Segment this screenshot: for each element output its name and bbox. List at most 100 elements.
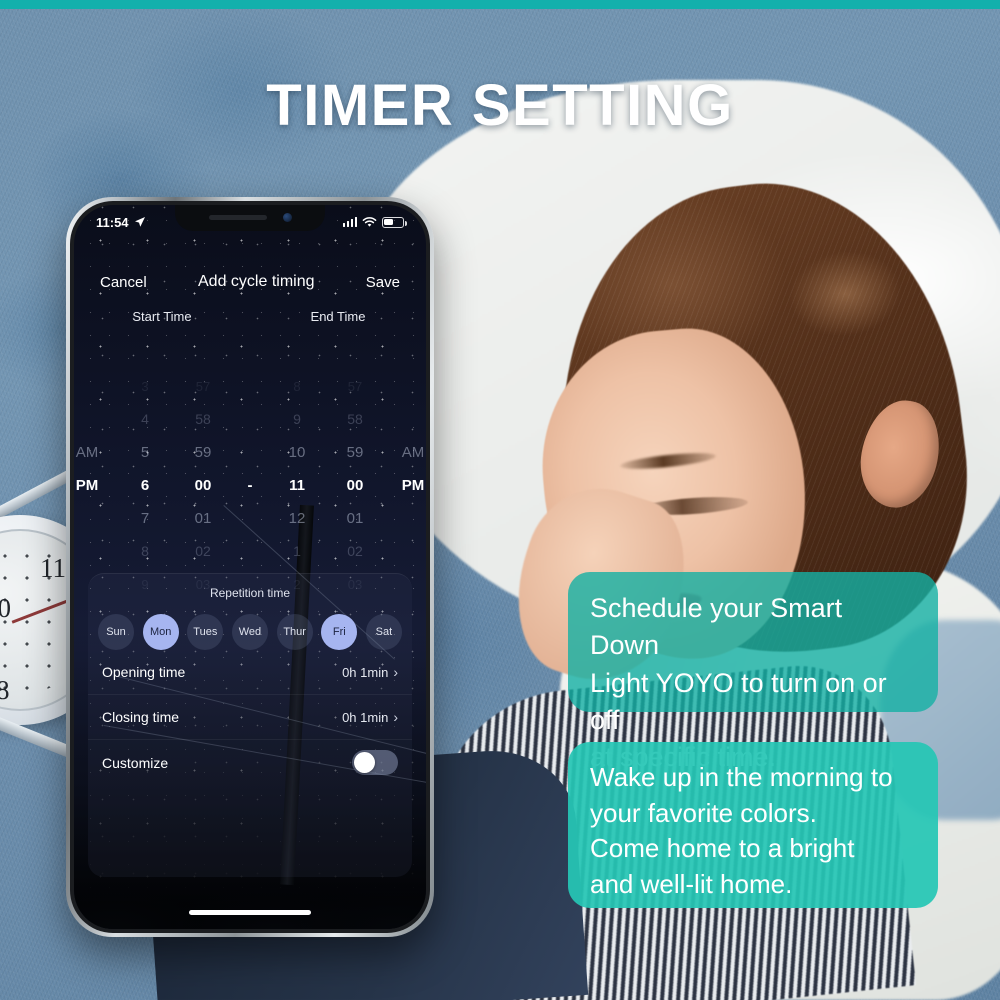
phone-mockup: 11:54 Cancel Add cycle timing Save Start…: [66, 197, 434, 937]
start-meridiem-selected[interactable]: PM: [74, 469, 116, 502]
end-time-label: End Time: [310, 309, 366, 324]
cancel-button[interactable]: Cancel: [100, 274, 147, 291]
time-picker[interactable]: AM PM 3 4 5 6 7 8 9 57 58 59 00 01 02 03…: [74, 370, 426, 601]
settings-card: Repetition time Sun Mon Tues Wed Thur Fr…: [88, 573, 412, 877]
closing-time-row[interactable]: Closing time 0h 1min ›: [88, 695, 412, 740]
closing-time-value: 0h 1min: [342, 709, 389, 725]
callout-2-line-1: Wake up in the morning to: [590, 762, 893, 792]
end-hour-above1[interactable]: 10: [268, 436, 326, 469]
start-hour-far-above[interactable]: 3: [116, 370, 174, 403]
end-meridiem-column[interactable]: AM PM: [384, 370, 426, 601]
start-minute-below1[interactable]: 01: [174, 502, 232, 535]
end-hour-selected[interactable]: 11: [268, 469, 326, 502]
end-minute-above1[interactable]: 59: [326, 436, 384, 469]
picker-separator: -: [247, 477, 253, 494]
chevron-right-icon: ›: [393, 664, 398, 680]
day-chip-tues[interactable]: Tues: [187, 614, 224, 650]
toggle-knob: [354, 752, 375, 773]
clock-numeral-11: 11: [40, 553, 66, 583]
customize-label: Customize: [102, 754, 169, 771]
app-nav-bar: Cancel Add cycle timing Save: [74, 267, 426, 297]
day-chip-thur[interactable]: Thur: [276, 614, 313, 650]
closing-time-label: Closing time: [102, 709, 180, 725]
start-minute-below2[interactable]: 02: [174, 535, 232, 568]
end-hour-above2[interactable]: 9: [268, 403, 326, 436]
day-chip-sat[interactable]: Sat: [365, 614, 402, 650]
start-minute-above2[interactable]: 58: [174, 403, 232, 436]
day-chip-fri[interactable]: Fri: [321, 614, 358, 650]
start-meridiem-am[interactable]: AM: [74, 436, 116, 469]
clock-numeral-8: 8: [0, 675, 10, 705]
customize-row[interactable]: Customize: [88, 740, 412, 785]
day-chip-mon[interactable]: Mon: [142, 614, 179, 650]
opening-time-label: Opening time: [102, 664, 186, 680]
end-hour-column[interactable]: 8 9 10 11 12 1 2: [268, 370, 326, 601]
picker-separator-column: -: [232, 370, 268, 601]
opening-time-value-group[interactable]: 0h 1min ›: [342, 664, 398, 680]
status-bar-right: [342, 216, 407, 228]
wifi-icon: [362, 216, 377, 227]
save-button[interactable]: Save: [366, 274, 400, 291]
status-bar-left: 11:54: [96, 215, 146, 230]
end-minute-above2[interactable]: 58: [326, 403, 384, 436]
callout-2-line-3: Come home to a bright: [590, 833, 855, 864]
start-time-label: Start Time: [132, 309, 192, 324]
phone-screen: 11:54 Cancel Add cycle timing Save Start…: [74, 205, 426, 929]
end-hour-far-above[interactable]: 8: [268, 370, 326, 403]
callout-1-line-1: Schedule your Smart Down: [590, 593, 843, 661]
chevron-right-icon: ›: [393, 709, 398, 725]
end-minute-below1[interactable]: 01: [326, 502, 384, 535]
end-hour-below1[interactable]: 12: [268, 502, 326, 535]
start-hour-selected[interactable]: 6: [116, 469, 174, 502]
day-selector[interactable]: Sun Mon Tues Wed Thur Fri Sat: [88, 600, 412, 650]
status-bar-time: 11:54: [96, 214, 129, 230]
nav-title: Add cycle timing: [198, 273, 315, 290]
closing-time-value-group[interactable]: 0h 1min ›: [342, 709, 398, 725]
start-meridiem-column[interactable]: AM PM: [74, 370, 116, 601]
end-minute-far-above[interactable]: 57: [326, 370, 384, 403]
customize-toggle[interactable]: [352, 750, 398, 775]
phone-bezel: 11:54 Cancel Add cycle timing Save Start…: [70, 201, 430, 933]
start-minute-selected[interactable]: 00: [174, 469, 232, 502]
end-minute-selected[interactable]: 00: [326, 469, 384, 502]
day-chip-sun[interactable]: Sun: [98, 614, 134, 650]
callout-2-line-4: and well-lit home.: [590, 868, 793, 899]
start-minute-column[interactable]: 57 58 59 00 01 02 03: [174, 370, 232, 601]
callout-2-line-2: your favorite colors.: [590, 797, 817, 828]
start-hour-below2[interactable]: 8: [116, 535, 174, 568]
clock-numeral-10: 10: [0, 593, 11, 623]
time-segment-labels: Start Time End Time: [74, 309, 426, 324]
callout-wakeup: Wake up in the morning to your favorite …: [568, 742, 938, 908]
start-minute-far-above[interactable]: 57: [174, 370, 232, 403]
end-minute-column[interactable]: 57 58 59 00 01 02 03: [326, 370, 384, 601]
status-bar: 11:54: [74, 211, 426, 233]
callout-schedule: Schedule your Smart Down Light YOYO to t…: [568, 572, 938, 772]
start-minute-above1[interactable]: 59: [174, 436, 232, 469]
callout-1-line-2: Light YOYO to turn on or off: [590, 667, 887, 735]
opening-time-row[interactable]: Opening time 0h 1min ›: [88, 650, 412, 695]
home-indicator[interactable]: [189, 910, 311, 915]
location-arrow-icon: [134, 217, 145, 227]
start-hour-above2[interactable]: 4: [116, 403, 174, 436]
signal-bars-icon: [342, 217, 357, 227]
end-hour-below2[interactable]: 1: [268, 535, 326, 568]
top-accent-bar: [0, 0, 1000, 9]
day-chip-wed[interactable]: Wed: [231, 614, 268, 650]
end-minute-below2[interactable]: 02: [326, 535, 384, 568]
page-title: TIMER SETTING: [266, 73, 734, 138]
battery-icon: [382, 216, 407, 228]
start-hour-below1[interactable]: 7: [116, 502, 174, 535]
repetition-time-label: Repetition time: [209, 586, 291, 600]
end-meridiem-selected[interactable]: PM: [384, 469, 426, 502]
start-hour-column[interactable]: 3 4 5 6 7 8 9: [116, 370, 174, 601]
start-hour-above1[interactable]: 5: [116, 436, 174, 469]
opening-time-value: 0h 1min: [342, 664, 389, 680]
end-meridiem-am[interactable]: AM: [384, 436, 426, 469]
